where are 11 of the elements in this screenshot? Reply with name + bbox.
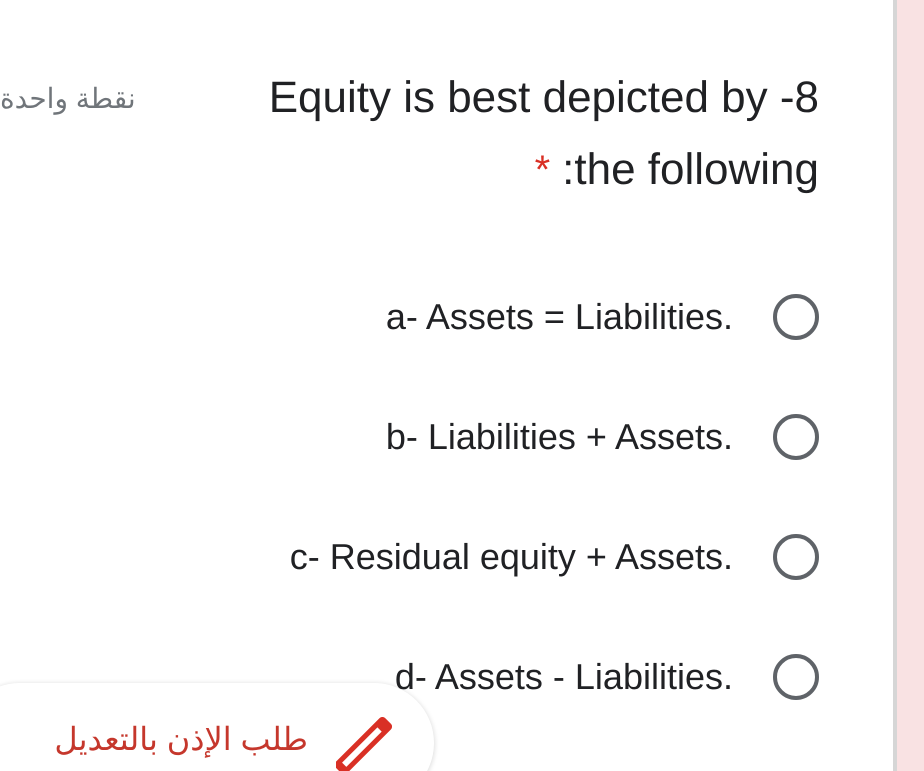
radio-button[interactable] (773, 654, 819, 700)
option-label: c- Residual equity + Assets. (290, 536, 733, 578)
option-label: a- Assets = Liabilities. (386, 296, 733, 338)
radio-button[interactable] (773, 534, 819, 580)
radio-button[interactable] (773, 294, 819, 340)
question-title: :the following (562, 144, 819, 196)
option-label: b- Liabilities + Assets. (386, 416, 733, 458)
radio-button[interactable] (773, 414, 819, 460)
question-title: Equity is best depicted by -8 (268, 72, 819, 124)
required-asterisk: * (534, 147, 550, 194)
points-label: نقطة واحدة (0, 82, 136, 115)
